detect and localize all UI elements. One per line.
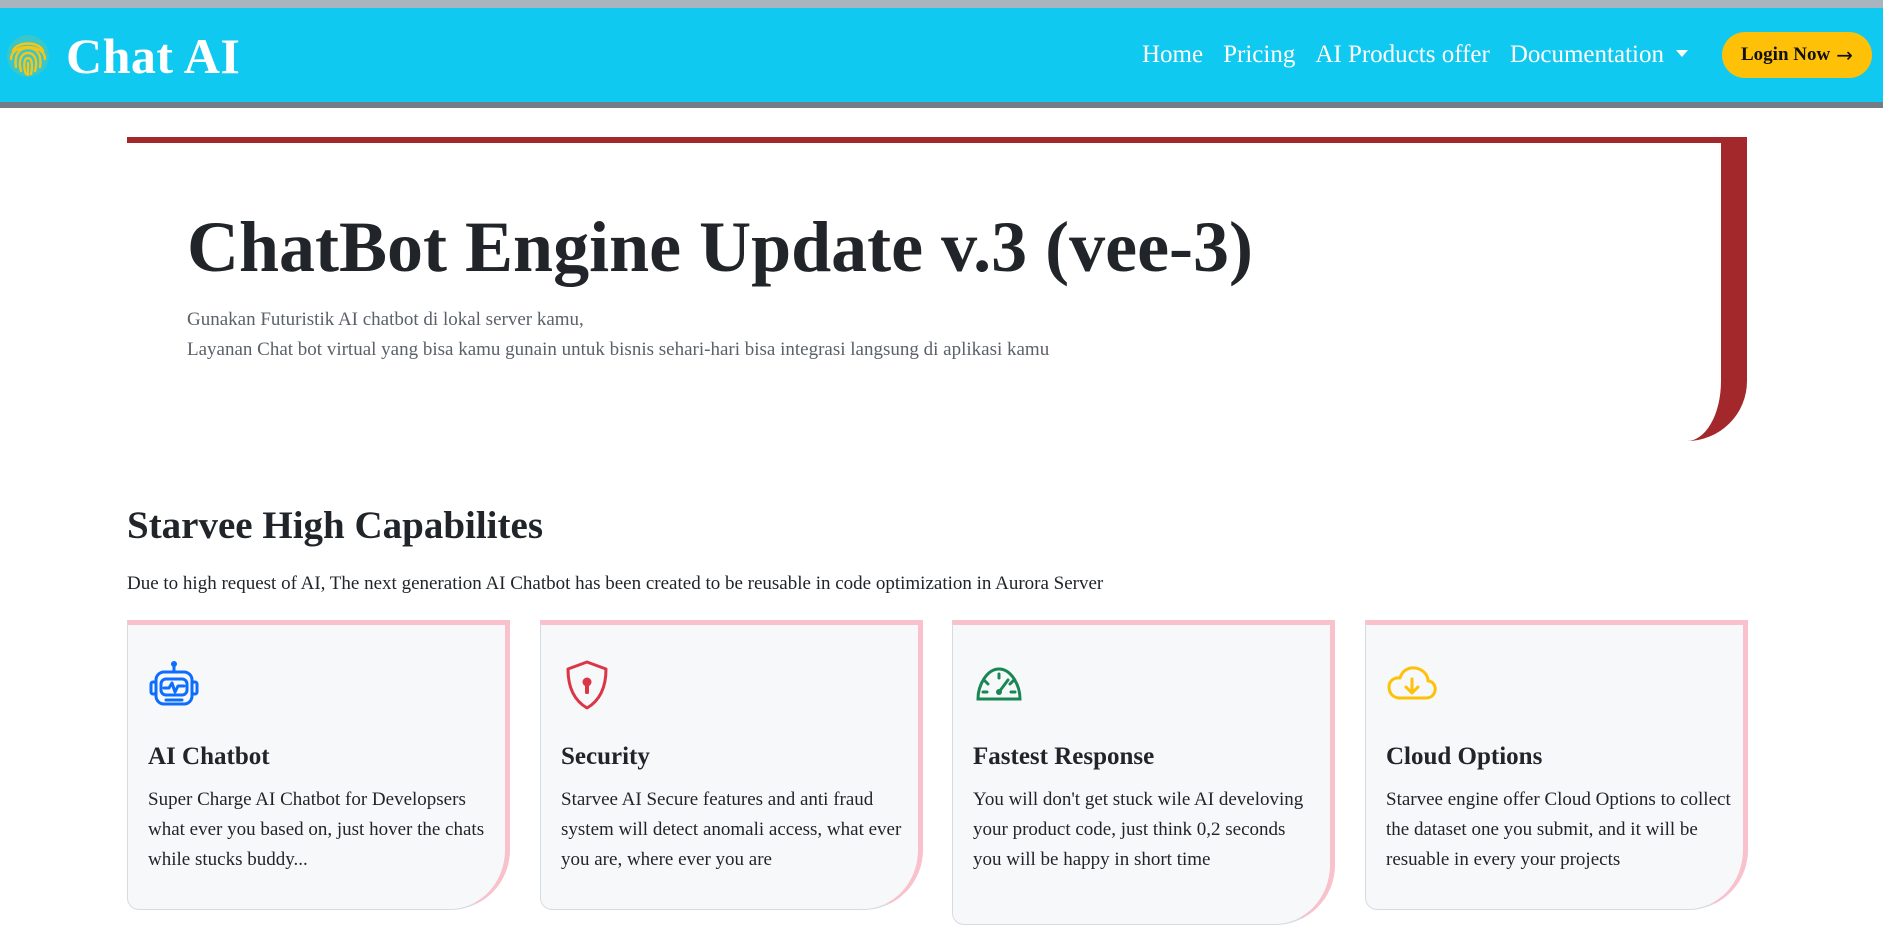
card-text: You will don't get stuck wile AI develov… — [973, 789, 1304, 870]
card-text: Super Charge AI Chatbot for Developsers … — [148, 789, 485, 870]
card-title: Cloud Options — [1386, 743, 1543, 770]
nav-documentation-dropdown[interactable]: Documentation — [1510, 41, 1688, 69]
nav-links: Home Pricing AI Products offer Documenta… — [1142, 41, 1688, 69]
card-ai-chatbot[interactable]: AI Chatbot Super Charge AI Chatbot for D… — [127, 620, 510, 910]
hero-title: ChatBot Engine Update v.3 (vee-3) — [187, 207, 1253, 287]
card-text: Starvee engine offer Cloud Options to co… — [1386, 789, 1731, 870]
hero-frame — [127, 137, 1747, 441]
hero-subtitle-line-2: Layanan Chat bot virtual yang bisa kamu … — [187, 339, 1050, 360]
card-fastest-response[interactable]: Fastest Response You will don't get stuc… — [952, 620, 1335, 925]
brand-name: Chat AI — [66, 28, 241, 84]
nav-documentation-label: Documentation — [1509, 41, 1664, 68]
login-button-label: Login Now — [1741, 44, 1831, 65]
hero-subtitle: Gunakan Futuristik AI chatbot di lokal s… — [187, 305, 1049, 365]
shield-lock-icon — [561, 659, 613, 711]
card-security[interactable]: Security Starvee AI Secure features and … — [540, 620, 923, 910]
fingerprint-icon — [4, 32, 52, 80]
card-title: Fastest Response — [973, 743, 1155, 770]
cloud-download-icon — [1386, 659, 1438, 711]
caret-down-icon — [1675, 49, 1688, 57]
navbar: Chat AI Home Pricing AI Products offer D… — [0, 8, 1883, 108]
speedometer-icon — [973, 659, 1025, 711]
card-title: AI Chatbot — [148, 743, 270, 770]
hero-subtitle-line-1: Gunakan Futuristik AI chatbot di lokal s… — [187, 309, 584, 330]
nav-pricing[interactable]: Pricing — [1223, 41, 1295, 69]
arrow-right-icon: → — [1836, 43, 1853, 67]
capabilities-title: Starvee High Capabilites — [127, 504, 543, 547]
robot-icon — [148, 659, 200, 711]
login-button[interactable]: Login Now → — [1722, 32, 1872, 78]
capabilities-description: Due to high request of AI, The next gene… — [127, 573, 1104, 594]
nav-ai-products[interactable]: AI Products offer — [1315, 41, 1490, 69]
card-title: Security — [561, 743, 650, 770]
card-cloud-options[interactable]: Cloud Options Starvee engine offer Cloud… — [1365, 620, 1748, 910]
browser-top-strip — [0, 0, 1883, 8]
nav-home[interactable]: Home — [1142, 41, 1203, 69]
brand[interactable]: Chat AI — [4, 26, 240, 86]
card-text: Starvee AI Secure features and anti frau… — [561, 789, 902, 870]
